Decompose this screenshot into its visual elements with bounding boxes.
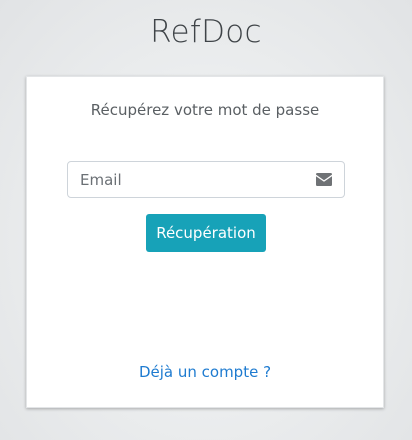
email-field[interactable] [68,162,308,197]
email-input-group [67,161,345,198]
recovery-button[interactable]: Récupération [146,214,266,252]
recovery-card: Récupérez votre mot de passe Récupératio… [26,76,384,408]
app-title: RefDoc [150,14,262,50]
envelope-icon [316,173,332,186]
login-link[interactable]: Déjà un compte ? [27,363,383,381]
page-subtitle: Récupérez votre mot de passe [90,101,320,119]
